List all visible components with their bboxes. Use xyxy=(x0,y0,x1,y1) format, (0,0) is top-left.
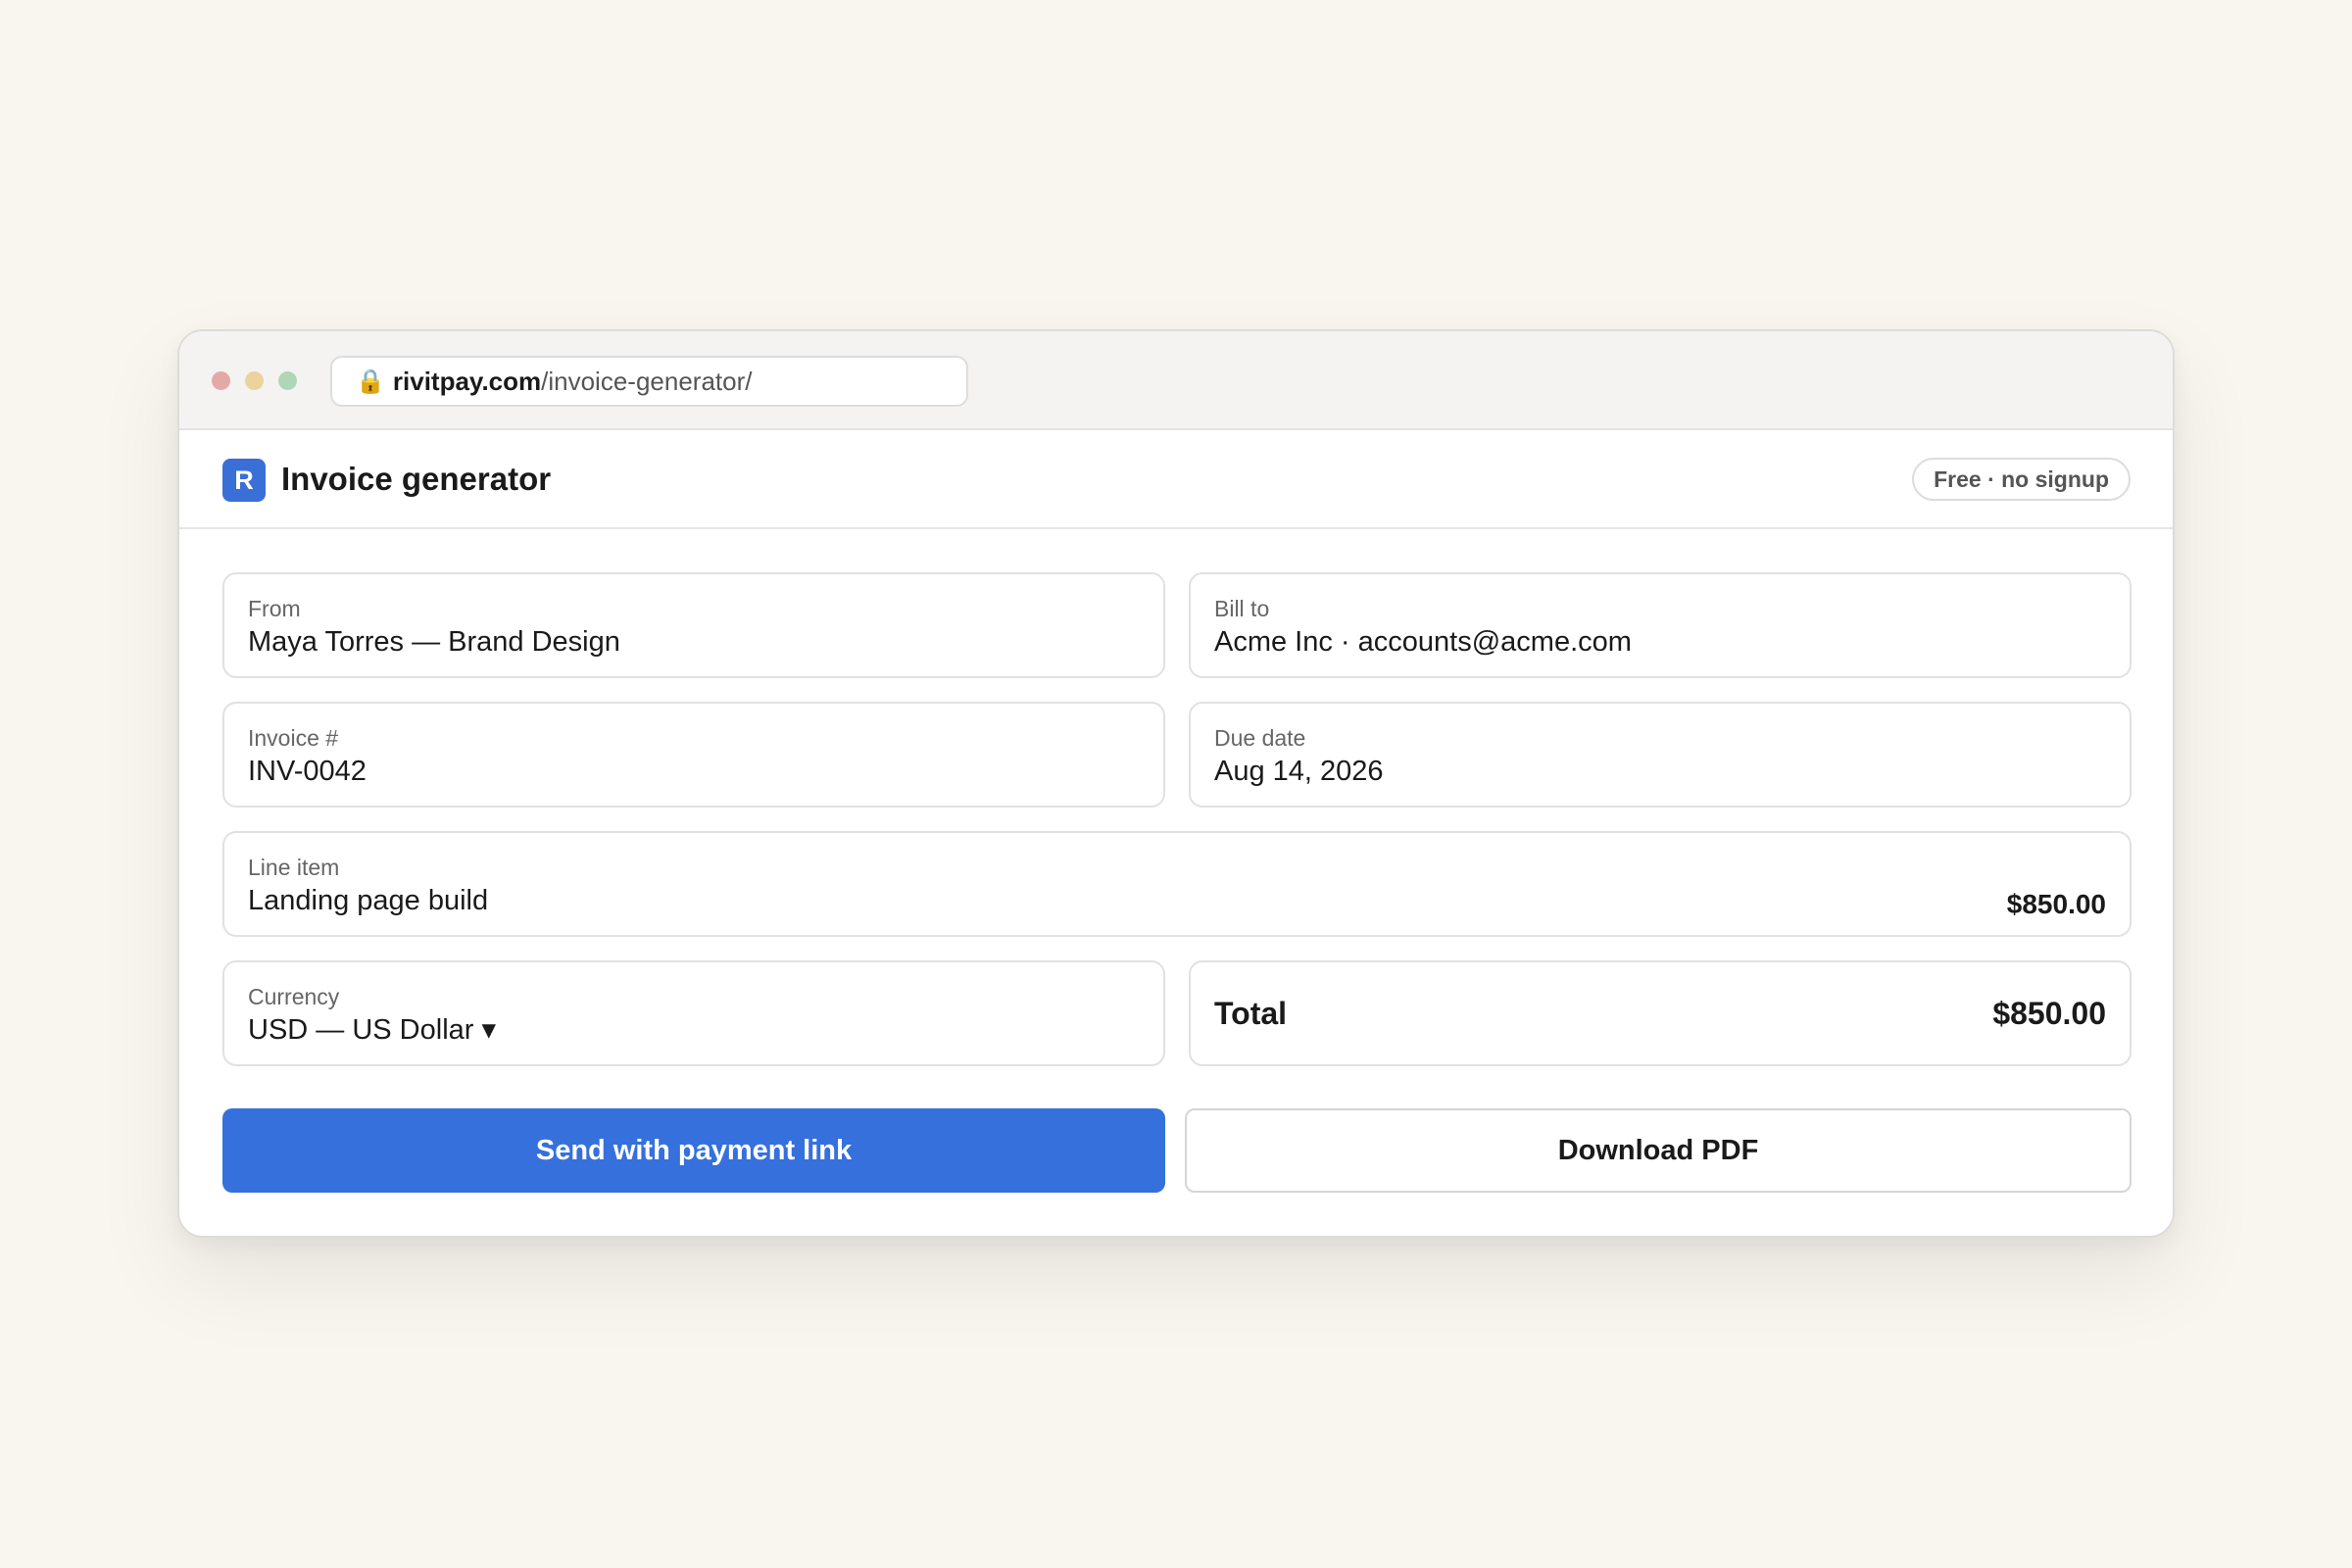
browser-window: 🔒 rivitpay.com /invoice-generator/ R Inv… xyxy=(177,329,2175,1238)
bill-to-label: Bill to xyxy=(1214,596,1270,621)
app-header: R Invoice generator Free · no signup xyxy=(179,430,2173,529)
line-item-value[interactable]: Landing page build xyxy=(248,882,2106,919)
line-item-amount[interactable]: $850.00 xyxy=(2007,886,2106,923)
due-date-label: Due date xyxy=(1214,725,1306,751)
currency-value[interactable]: USD — US Dollar ▾ xyxy=(248,1011,1140,1049)
free-badge: Free · no signup xyxy=(1912,458,2131,501)
invoice-number-field[interactable]: Invoice # INV-0042 xyxy=(222,702,1165,808)
from-field[interactable]: From Maya Torres — Brand Design xyxy=(222,572,1165,678)
address-bar[interactable]: 🔒 rivitpay.com /invoice-generator/ xyxy=(330,356,968,407)
invoice-number-value[interactable]: INV-0042 xyxy=(248,753,1140,790)
app-logo: R xyxy=(222,459,266,502)
maximize-window-dot[interactable] xyxy=(278,371,297,390)
send-payment-link-button[interactable]: Send with payment link xyxy=(222,1108,1165,1193)
from-label: From xyxy=(248,596,301,621)
invoice-number-label: Invoice # xyxy=(248,725,339,751)
browser-titlebar: 🔒 rivitpay.com /invoice-generator/ xyxy=(179,331,2173,430)
currency-select[interactable]: Currency USD — US Dollar ▾ xyxy=(222,960,1165,1066)
bill-to-value[interactable]: Acme Inc · accounts@acme.com xyxy=(1214,623,2106,661)
due-date-value[interactable]: Aug 14, 2026 xyxy=(1214,753,2106,790)
lock-icon: 🔒 xyxy=(356,368,385,395)
url-domain: rivitpay.com xyxy=(392,366,542,396)
minimize-window-dot[interactable] xyxy=(245,371,264,390)
download-pdf-button[interactable]: Download PDF xyxy=(1185,1108,2132,1193)
total-card: Total $850.00 xyxy=(1189,960,2132,1066)
close-window-dot[interactable] xyxy=(212,371,230,390)
due-date-field[interactable]: Due date Aug 14, 2026 xyxy=(1189,702,2132,808)
line-item-label: Line item xyxy=(248,855,340,880)
line-item-field[interactable]: Line item Landing page build $850.00 xyxy=(222,831,2132,937)
total-label: Total xyxy=(1214,995,1288,1031)
url-path: /invoice-generator/ xyxy=(541,366,753,396)
total-amount: $850.00 xyxy=(1992,995,2106,1031)
bill-to-field[interactable]: Bill to Acme Inc · accounts@acme.com xyxy=(1189,572,2132,678)
from-value[interactable]: Maya Torres — Brand Design xyxy=(248,623,1140,661)
currency-label: Currency xyxy=(248,984,340,1009)
page-title: Invoice generator xyxy=(281,461,552,497)
